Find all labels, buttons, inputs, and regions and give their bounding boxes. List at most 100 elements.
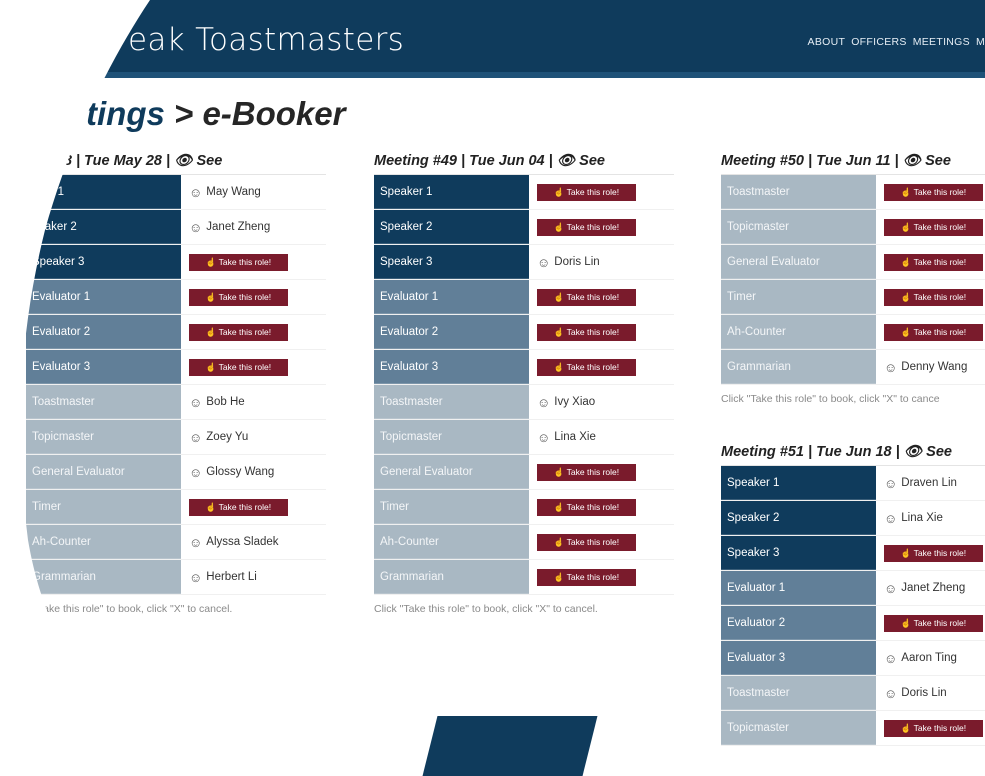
take-role-button[interactable]: ☝ Take this role!: [537, 568, 636, 586]
site-title[interactable]: eak Toastmasters: [128, 22, 404, 58]
smile-icon: ☺: [189, 219, 203, 235]
role-label: Evaluator 2: [374, 315, 529, 349]
meeting-title: ng #48 | Tue May 28 | 👁 See: [26, 150, 326, 175]
booking-hint: Click "Take this role" to book, click "X…: [374, 603, 598, 615]
member-name: Alyssa Sladek: [206, 536, 279, 548]
role-row: Grammarian ☺ Herbert Li: [26, 560, 326, 595]
role-row: Topicmaster ☝ Take this role!: [721, 711, 985, 746]
main-nav: ABOUT OFFICERS MEETINGS M: [808, 36, 985, 48]
meeting-title-text: Meeting #49 | Tue Jun 04 |: [374, 153, 557, 169]
role-value: ☺ Denny Wang: [876, 350, 985, 384]
take-role-button[interactable]: ☝ Take this role!: [537, 218, 636, 236]
smile-icon: ☺: [884, 510, 898, 526]
take-role-button[interactable]: ☝ Take this role!: [884, 253, 983, 271]
take-role-button[interactable]: ☝ Take this role!: [189, 498, 288, 516]
take-role-button[interactable]: ☝ Take this role!: [537, 358, 636, 376]
see-meeting-link[interactable]: 👁 See: [903, 153, 951, 169]
role-row: Evaluator 1 ☝ Take this role!: [26, 280, 326, 315]
role-label: Speaker 2: [721, 501, 876, 535]
nav-about[interactable]: ABOUT: [808, 36, 846, 48]
role-label: peaker 2: [26, 210, 181, 244]
role-row: General Evaluator ☝ Take this role!: [721, 245, 985, 280]
role-row: Evaluator 2 ☝ Take this role!: [374, 315, 674, 350]
role-value: ☺ Doris Lin: [876, 676, 985, 710]
role-row: General Evaluator ☺ Glossy Wang: [26, 455, 326, 490]
take-role-button[interactable]: ☝ Take this role!: [884, 544, 983, 562]
role-label: Timer: [721, 280, 876, 314]
take-role-button[interactable]: ☝ Take this role!: [884, 614, 983, 632]
role-row: Ah-Counter ☺ Alyssa Sladek: [26, 525, 326, 560]
role-value: ☝ Take this role!: [529, 525, 674, 559]
role-value: ☺ Bob He: [181, 385, 326, 419]
member-name: Lina Xie: [901, 512, 943, 524]
role-row: Grammarian ☺ Denny Wang: [721, 350, 985, 385]
nav-officers[interactable]: OFFICERS: [851, 36, 906, 48]
take-role-button[interactable]: ☝ Take this role!: [189, 358, 288, 376]
role-row: General Evaluator ☝ Take this role!: [374, 455, 674, 490]
role-row: Toastmaster ☝ Take this role!: [721, 175, 985, 210]
take-role-button[interactable]: ☝ Take this role!: [189, 323, 288, 341]
take-role-button[interactable]: ☝ Take this role!: [537, 533, 636, 551]
smile-icon: ☺: [884, 475, 898, 491]
role-label: Speaker 3: [26, 245, 181, 279]
role-value: ☝ Take this role!: [529, 350, 674, 384]
member-name: Doris Lin: [901, 687, 947, 699]
role-label: Toastmaster: [721, 676, 876, 710]
role-label: General Evaluator: [374, 455, 529, 489]
see-meeting-link[interactable]: 👁 See: [174, 153, 222, 169]
role-row: Ah-Counter ☝ Take this role!: [374, 525, 674, 560]
role-value: ☝ Take this role!: [529, 175, 674, 209]
take-role-button[interactable]: ☝ Take this role!: [537, 183, 636, 201]
see-meeting-link[interactable]: 👁 See: [557, 153, 605, 169]
smile-icon: ☺: [884, 650, 898, 666]
role-label: Timer: [26, 490, 181, 524]
take-role-button[interactable]: ☝ Take this role!: [537, 288, 636, 306]
take-role-button[interactable]: ☝ Take this role!: [884, 288, 983, 306]
take-role-button[interactable]: ☝ Take this role!: [884, 323, 983, 341]
take-role-button[interactable]: ☝ Take this role!: [189, 288, 288, 306]
role-label: General Evaluator: [26, 455, 181, 489]
role-value: ☺ Lina Xie: [876, 501, 985, 535]
role-label: Evaluator 1: [26, 280, 181, 314]
take-role-button[interactable]: ☝ Take this role!: [884, 183, 983, 201]
smile-icon: ☺: [189, 429, 203, 445]
role-label: Evaluator 2: [721, 606, 876, 640]
smile-icon: ☺: [189, 464, 203, 480]
role-row: Ah-Counter ☝ Take this role!: [721, 315, 985, 350]
member-name: Janet Zheng: [901, 582, 966, 594]
role-row: Evaluator 3 ☺ Aaron Ting: [721, 641, 985, 676]
smile-icon: ☺: [537, 429, 551, 445]
role-value: ☺ Janet Zheng: [876, 571, 985, 605]
role-value: ☝ Take this role!: [876, 711, 985, 745]
role-row: Topicmaster ☺ Lina Xie: [374, 420, 674, 455]
take-role-button[interactable]: ☝ Take this role!: [537, 498, 636, 516]
role-value: ☝ Take this role!: [181, 350, 326, 384]
see-meeting-link[interactable]: 👁 See: [904, 444, 952, 460]
role-label: Ah-Counter: [374, 525, 529, 559]
take-role-button[interactable]: ☝ Take this role!: [537, 323, 636, 341]
role-value: ☝ Take this role!: [876, 210, 985, 244]
member-name: Doris Lin: [554, 256, 600, 268]
breadcrumb-meetings[interactable]: tings: [86, 95, 165, 132]
role-row: Speaker 2 ☺ Lina Xie: [721, 501, 985, 536]
smile-icon: ☺: [189, 394, 203, 410]
meeting-title-text: ng #48 | Tue May 28 |: [26, 153, 175, 169]
member-name: Glossy Wang: [206, 466, 275, 478]
take-role-button[interactable]: ☝ Take this role!: [189, 253, 288, 271]
role-value: ☺ Janet Zheng: [181, 210, 326, 244]
member-name: May Wang: [206, 186, 261, 198]
member-name: Denny Wang: [901, 361, 968, 373]
role-label: Evaluator 3: [26, 350, 181, 384]
role-row: Evaluator 1 ☝ Take this role!: [374, 280, 674, 315]
member-name: Bob He: [206, 396, 245, 408]
nav-more[interactable]: M: [976, 36, 985, 48]
role-row: Speaker 1 ☺ Draven Lin: [721, 466, 985, 501]
role-row: Evaluator 3 ☝ Take this role!: [374, 350, 674, 385]
role-row: Evaluator 2 ☝ Take this role!: [26, 315, 326, 350]
nav-meetings[interactable]: MEETINGS: [913, 36, 970, 48]
take-role-button[interactable]: ☝ Take this role!: [884, 719, 983, 737]
take-role-button[interactable]: ☝ Take this role!: [537, 463, 636, 481]
take-role-button[interactable]: ☝ Take this role!: [884, 218, 983, 236]
role-value: ☝ Take this role!: [876, 280, 985, 314]
member-name: Zoey Yu: [206, 431, 249, 443]
